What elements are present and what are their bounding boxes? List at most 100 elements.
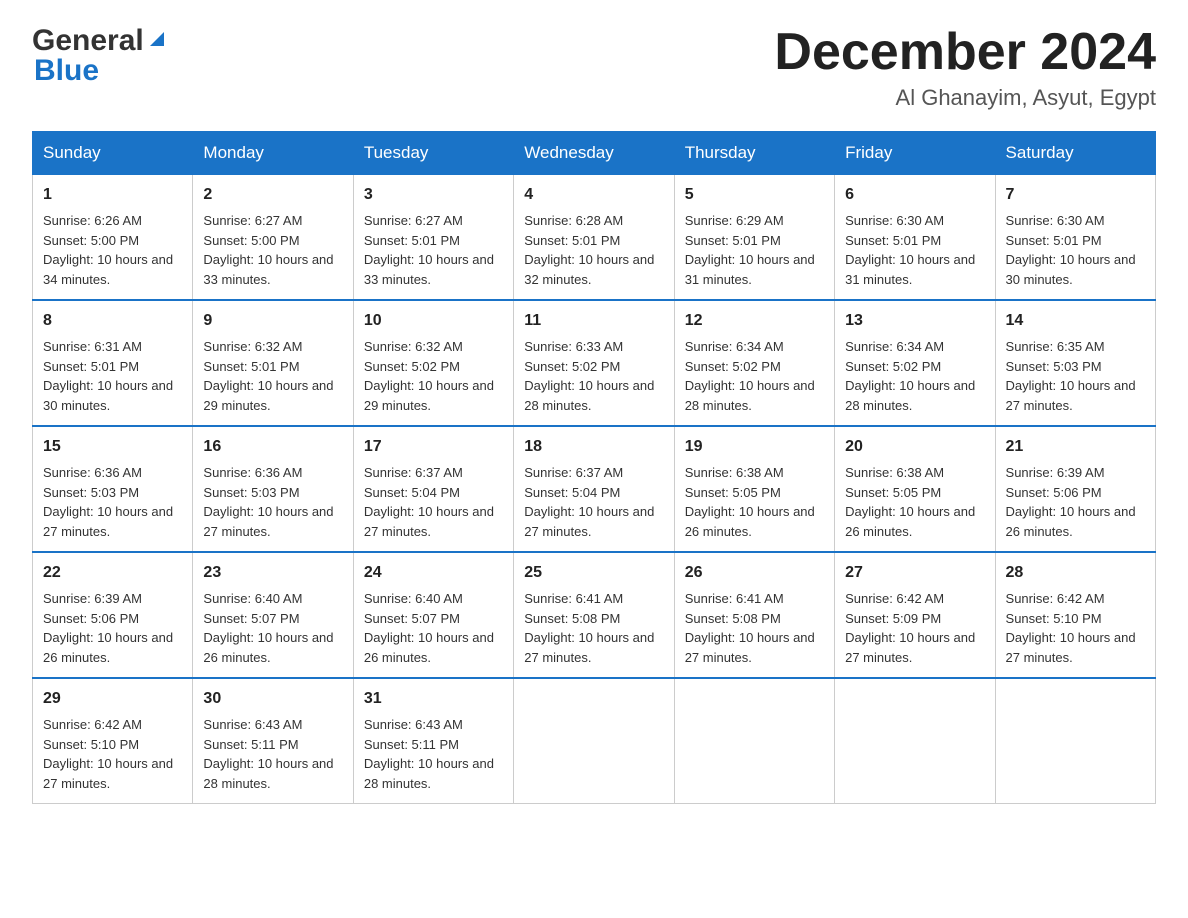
header-monday: Monday bbox=[193, 132, 353, 174]
sunset-info: Sunset: 5:00 PM bbox=[203, 233, 299, 248]
sunset-info: Sunset: 5:00 PM bbox=[43, 233, 139, 248]
sunrise-info: Sunrise: 6:42 AM bbox=[845, 591, 944, 606]
day-number: 2 bbox=[203, 183, 342, 207]
day-number: 29 bbox=[43, 687, 182, 711]
calendar-week-row: 15 Sunrise: 6:36 AM Sunset: 5:03 PM Dayl… bbox=[33, 426, 1156, 552]
day-number: 10 bbox=[364, 309, 503, 333]
sunrise-info: Sunrise: 6:32 AM bbox=[203, 339, 302, 354]
daylight-info: Daylight: 10 hours and 26 minutes. bbox=[685, 504, 815, 539]
table-row: 23 Sunrise: 6:40 AM Sunset: 5:07 PM Dayl… bbox=[193, 552, 353, 678]
sunset-info: Sunset: 5:01 PM bbox=[203, 359, 299, 374]
sunrise-info: Sunrise: 6:27 AM bbox=[203, 213, 302, 228]
day-number: 4 bbox=[524, 183, 663, 207]
logo: General Blue bbox=[32, 24, 168, 88]
sunrise-info: Sunrise: 6:36 AM bbox=[203, 465, 302, 480]
table-row: 27 Sunrise: 6:42 AM Sunset: 5:09 PM Dayl… bbox=[835, 552, 995, 678]
daylight-info: Daylight: 10 hours and 31 minutes. bbox=[845, 252, 975, 287]
table-row: 4 Sunrise: 6:28 AM Sunset: 5:01 PM Dayli… bbox=[514, 174, 674, 300]
daylight-info: Daylight: 10 hours and 27 minutes. bbox=[845, 630, 975, 665]
calendar-week-row: 1 Sunrise: 6:26 AM Sunset: 5:00 PM Dayli… bbox=[33, 174, 1156, 300]
daylight-info: Daylight: 10 hours and 28 minutes. bbox=[524, 378, 654, 413]
sunrise-info: Sunrise: 6:41 AM bbox=[524, 591, 623, 606]
sunset-info: Sunset: 5:08 PM bbox=[685, 611, 781, 626]
header-saturday: Saturday bbox=[995, 132, 1155, 174]
sunrise-info: Sunrise: 6:28 AM bbox=[524, 213, 623, 228]
table-row: 1 Sunrise: 6:26 AM Sunset: 5:00 PM Dayli… bbox=[33, 174, 193, 300]
day-number: 24 bbox=[364, 561, 503, 585]
daylight-info: Daylight: 10 hours and 27 minutes. bbox=[43, 756, 173, 791]
logo-triangle-icon bbox=[146, 28, 168, 50]
table-row: 12 Sunrise: 6:34 AM Sunset: 5:02 PM Dayl… bbox=[674, 300, 834, 426]
sunset-info: Sunset: 5:07 PM bbox=[364, 611, 460, 626]
table-row: 7 Sunrise: 6:30 AM Sunset: 5:01 PM Dayli… bbox=[995, 174, 1155, 300]
sunset-info: Sunset: 5:03 PM bbox=[43, 485, 139, 500]
day-number: 27 bbox=[845, 561, 984, 585]
sunrise-info: Sunrise: 6:34 AM bbox=[685, 339, 784, 354]
sunrise-info: Sunrise: 6:42 AM bbox=[1006, 591, 1105, 606]
day-number: 5 bbox=[685, 183, 824, 207]
sunrise-info: Sunrise: 6:39 AM bbox=[43, 591, 142, 606]
table-row: 2 Sunrise: 6:27 AM Sunset: 5:00 PM Dayli… bbox=[193, 174, 353, 300]
sunrise-info: Sunrise: 6:43 AM bbox=[364, 717, 463, 732]
calendar-week-row: 29 Sunrise: 6:42 AM Sunset: 5:10 PM Dayl… bbox=[33, 678, 1156, 804]
sunset-info: Sunset: 5:05 PM bbox=[685, 485, 781, 500]
page-header: General Blue December 2024 Al Ghanayim, … bbox=[32, 24, 1156, 111]
daylight-info: Daylight: 10 hours and 26 minutes. bbox=[845, 504, 975, 539]
sunset-info: Sunset: 5:03 PM bbox=[1006, 359, 1102, 374]
daylight-info: Daylight: 10 hours and 27 minutes. bbox=[1006, 630, 1136, 665]
table-row: 9 Sunrise: 6:32 AM Sunset: 5:01 PM Dayli… bbox=[193, 300, 353, 426]
table-row: 28 Sunrise: 6:42 AM Sunset: 5:10 PM Dayl… bbox=[995, 552, 1155, 678]
table-row: 16 Sunrise: 6:36 AM Sunset: 5:03 PM Dayl… bbox=[193, 426, 353, 552]
table-row bbox=[674, 678, 834, 804]
day-number: 30 bbox=[203, 687, 342, 711]
day-number: 11 bbox=[524, 309, 663, 333]
sunrise-info: Sunrise: 6:35 AM bbox=[1006, 339, 1105, 354]
daylight-info: Daylight: 10 hours and 26 minutes. bbox=[43, 630, 173, 665]
header-friday: Friday bbox=[835, 132, 995, 174]
daylight-info: Daylight: 10 hours and 28 minutes. bbox=[845, 378, 975, 413]
daylight-info: Daylight: 10 hours and 28 minutes. bbox=[203, 756, 333, 791]
day-number: 18 bbox=[524, 435, 663, 459]
sunrise-info: Sunrise: 6:29 AM bbox=[685, 213, 784, 228]
table-row: 22 Sunrise: 6:39 AM Sunset: 5:06 PM Dayl… bbox=[33, 552, 193, 678]
table-row: 5 Sunrise: 6:29 AM Sunset: 5:01 PM Dayli… bbox=[674, 174, 834, 300]
daylight-info: Daylight: 10 hours and 27 minutes. bbox=[364, 504, 494, 539]
sunset-info: Sunset: 5:01 PM bbox=[364, 233, 460, 248]
sunrise-info: Sunrise: 6:41 AM bbox=[685, 591, 784, 606]
day-number: 15 bbox=[43, 435, 182, 459]
daylight-info: Daylight: 10 hours and 28 minutes. bbox=[685, 378, 815, 413]
table-row: 19 Sunrise: 6:38 AM Sunset: 5:05 PM Dayl… bbox=[674, 426, 834, 552]
daylight-info: Daylight: 10 hours and 28 minutes. bbox=[364, 756, 494, 791]
sunset-info: Sunset: 5:01 PM bbox=[845, 233, 941, 248]
day-number: 20 bbox=[845, 435, 984, 459]
sunset-info: Sunset: 5:09 PM bbox=[845, 611, 941, 626]
daylight-info: Daylight: 10 hours and 27 minutes. bbox=[524, 504, 654, 539]
sunrise-info: Sunrise: 6:36 AM bbox=[43, 465, 142, 480]
table-row: 20 Sunrise: 6:38 AM Sunset: 5:05 PM Dayl… bbox=[835, 426, 995, 552]
month-title: December 2024 bbox=[774, 24, 1156, 81]
day-number: 14 bbox=[1006, 309, 1145, 333]
sunset-info: Sunset: 5:10 PM bbox=[43, 737, 139, 752]
daylight-info: Daylight: 10 hours and 27 minutes. bbox=[43, 504, 173, 539]
table-row: 14 Sunrise: 6:35 AM Sunset: 5:03 PM Dayl… bbox=[995, 300, 1155, 426]
table-row bbox=[514, 678, 674, 804]
table-row: 25 Sunrise: 6:41 AM Sunset: 5:08 PM Dayl… bbox=[514, 552, 674, 678]
daylight-info: Daylight: 10 hours and 29 minutes. bbox=[364, 378, 494, 413]
day-number: 13 bbox=[845, 309, 984, 333]
table-row: 8 Sunrise: 6:31 AM Sunset: 5:01 PM Dayli… bbox=[33, 300, 193, 426]
title-block: December 2024 Al Ghanayim, Asyut, Egypt bbox=[774, 24, 1156, 111]
table-row: 6 Sunrise: 6:30 AM Sunset: 5:01 PM Dayli… bbox=[835, 174, 995, 300]
table-row: 26 Sunrise: 6:41 AM Sunset: 5:08 PM Dayl… bbox=[674, 552, 834, 678]
daylight-info: Daylight: 10 hours and 33 minutes. bbox=[364, 252, 494, 287]
table-row: 17 Sunrise: 6:37 AM Sunset: 5:04 PM Dayl… bbox=[353, 426, 513, 552]
table-row bbox=[995, 678, 1155, 804]
table-row: 15 Sunrise: 6:36 AM Sunset: 5:03 PM Dayl… bbox=[33, 426, 193, 552]
table-row bbox=[835, 678, 995, 804]
sunset-info: Sunset: 5:06 PM bbox=[1006, 485, 1102, 500]
daylight-info: Daylight: 10 hours and 27 minutes. bbox=[685, 630, 815, 665]
sunset-info: Sunset: 5:04 PM bbox=[364, 485, 460, 500]
daylight-info: Daylight: 10 hours and 26 minutes. bbox=[1006, 504, 1136, 539]
table-row: 3 Sunrise: 6:27 AM Sunset: 5:01 PM Dayli… bbox=[353, 174, 513, 300]
sunrise-info: Sunrise: 6:30 AM bbox=[845, 213, 944, 228]
daylight-info: Daylight: 10 hours and 26 minutes. bbox=[364, 630, 494, 665]
